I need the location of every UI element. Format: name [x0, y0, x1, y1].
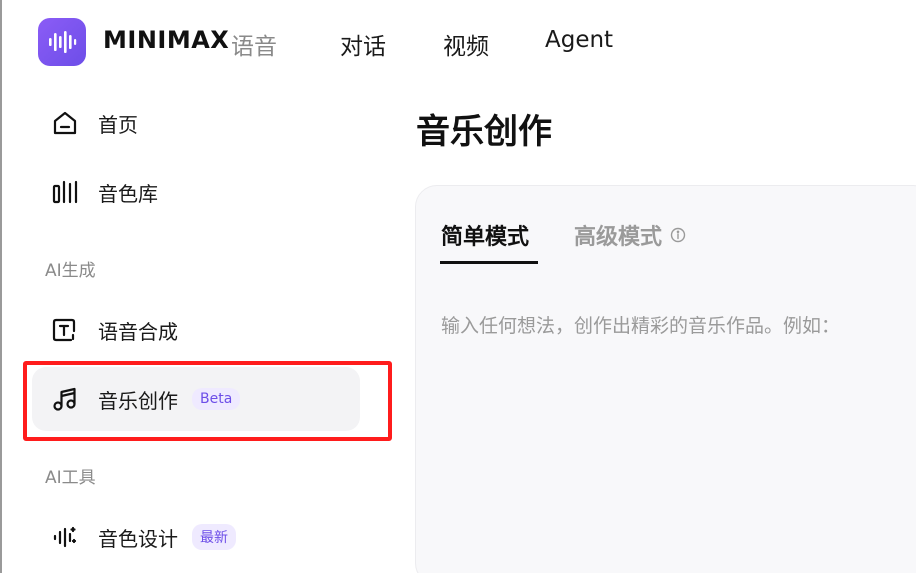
prompt-input-placeholder[interactable]: 输入任何想法，创作出精彩的音乐作品。例如：	[441, 311, 840, 338]
app-window: MINIMAX 语音 对话 视频 Agent 首页 音色库 AI生成 语音合成 …	[0, 0, 916, 573]
beta-badge: Beta	[192, 388, 241, 410]
sidebar-item-voice-design[interactable]: 音色设计 最新	[32, 505, 360, 569]
new-badge: 最新	[192, 524, 236, 550]
sidebar-item-label: 音乐创作	[98, 388, 178, 413]
sidebar-item-label: 音色库	[98, 181, 158, 206]
home-icon	[52, 110, 78, 136]
sidebar-item-tts[interactable]: 语音合成	[32, 298, 360, 362]
nav-chat[interactable]: 对话	[340, 27, 386, 61]
sidebar-section-ai-tools: AI工具	[45, 468, 96, 488]
text-to-speech-icon	[52, 317, 78, 343]
brand-name[interactable]: MINIMAX	[103, 26, 229, 54]
product-name[interactable]: 语音	[231, 27, 277, 61]
tab-label: 高级模式	[574, 225, 663, 250]
sidebar-item-voice-library[interactable]: 音色库	[32, 160, 360, 224]
info-icon[interactable]	[670, 227, 686, 243]
voice-library-icon	[52, 179, 78, 205]
page-title: 音乐创作	[416, 112, 552, 152]
active-tab-underline	[440, 261, 538, 264]
nav-agent[interactable]: Agent	[545, 27, 613, 53]
tab-advanced-mode[interactable]: 高级模式	[574, 219, 686, 251]
voice-design-icon	[52, 524, 78, 550]
sidebar-item-label: 首页	[98, 112, 138, 137]
sidebar-item-music[interactable]: 音乐创作 Beta	[32, 367, 360, 431]
nav-video[interactable]: 视频	[443, 27, 489, 61]
minimax-logo-icon[interactable]	[38, 18, 86, 66]
tab-simple-mode[interactable]: 简单模式	[441, 219, 529, 251]
sidebar-item-home[interactable]: 首页	[32, 91, 360, 155]
sidebar-section-ai-generation: AI生成	[45, 261, 96, 281]
sidebar-item-label: 音色设计	[98, 526, 178, 551]
sidebar-item-label: 语音合成	[98, 319, 178, 344]
music-note-icon	[52, 386, 78, 412]
